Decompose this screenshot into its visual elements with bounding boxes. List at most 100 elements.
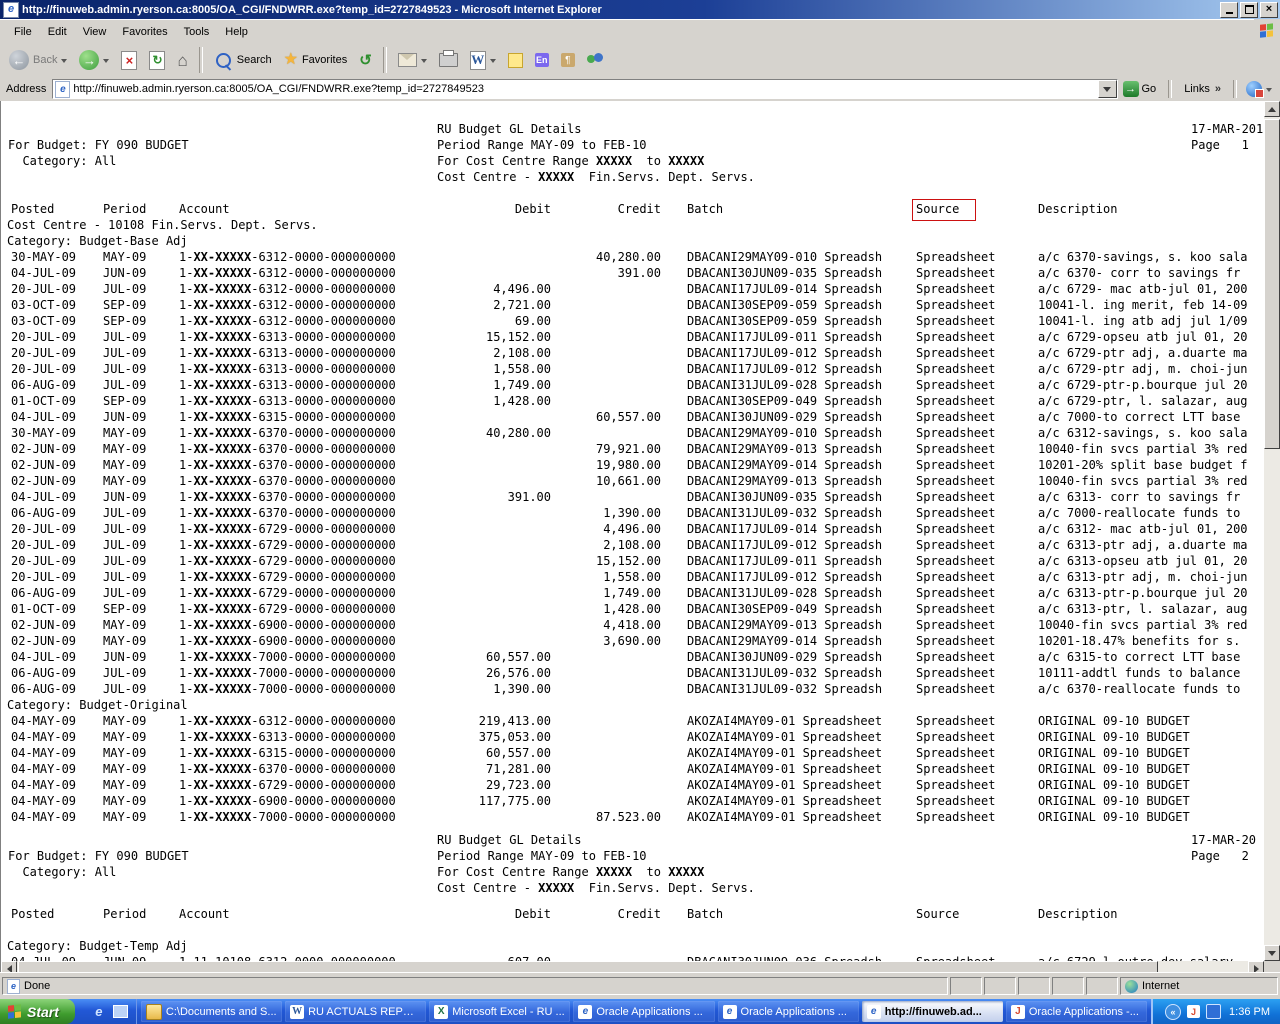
account-suffix: -6370-0000-000000000 — [251, 442, 396, 456]
history-button[interactable]: ↺ — [354, 44, 377, 76]
cell-posted: 04-MAY-09 — [11, 809, 76, 825]
cell-batch: DBACANI30JUN09-036 Spreadsh — [687, 954, 882, 961]
taskbar-button[interactable]: Oracle Applications ... — [573, 1001, 714, 1022]
taskbar-button[interactable]: Microsoft Excel - RU ... — [429, 1001, 570, 1022]
tray-chevron-icon[interactable]: « — [1165, 1004, 1181, 1020]
addon-button[interactable] — [1241, 77, 1277, 101]
taskbar-button[interactable]: Oracle Applications ... — [718, 1001, 859, 1022]
translate-icon: En — [535, 53, 549, 67]
scroll-up-button[interactable] — [1264, 101, 1280, 117]
menu-item[interactable]: Tools — [176, 23, 218, 41]
forward-button[interactable]: → — [74, 44, 114, 76]
cell-batch: AKOZAI4MAY09-01 Spreadsheet — [687, 729, 882, 745]
address-input[interactable] — [73, 83, 1097, 95]
cell-batch: AKOZAI4MAY09-01 Spreadsheet — [687, 745, 882, 761]
col-debit: Debit — [433, 201, 551, 217]
cell-period: JUL-09 — [103, 345, 146, 361]
account-prefix: 1- — [179, 602, 193, 616]
report-header-line: For Budget: FY 090 BUDGET Period Range M… — [3, 137, 1264, 153]
clock: 1:36 PM — [1229, 1006, 1270, 1018]
cell-source: Spreadsheet — [916, 649, 995, 665]
cell-posted: 02-JUN-09 — [11, 441, 76, 457]
account-prefix: 1- — [179, 490, 193, 504]
menu-item[interactable]: Help — [217, 23, 256, 41]
account-suffix: -6312-0000-000000000 — [251, 714, 396, 728]
cell-source: Spreadsheet — [916, 457, 995, 473]
taskbar-button[interactable]: C:\Documents and S... — [141, 1001, 282, 1022]
account-mask: XX-XXXXX — [193, 442, 251, 456]
report-row: 04-MAY-09 MAY-09 1-XX-XXXXX-7000-0000-00… — [3, 809, 1264, 825]
edit-with-word-button[interactable]: W — [465, 44, 501, 76]
menu-item[interactable]: View — [75, 23, 115, 41]
home-button[interactable]: ⌂ — [172, 44, 192, 76]
cell-account: 1-XX-XXXXX-6370-0000-000000000 — [179, 425, 396, 441]
cell-period: JUL-09 — [103, 585, 146, 601]
menu-item[interactable]: Favorites — [114, 23, 175, 41]
toolbar-separator — [383, 47, 387, 73]
back-dropdown-icon[interactable] — [61, 59, 67, 66]
cell-account: 1-XX-XXXXX-6312-0000-000000000 — [179, 713, 396, 729]
search-button[interactable]: Search — [209, 44, 277, 76]
taskbar-button-label: RU ACTUALS REPOR... — [308, 1006, 421, 1018]
mail-dropdown-icon[interactable] — [421, 59, 427, 66]
address-dropdown-button[interactable] — [1098, 80, 1117, 98]
cell-description: 10111-addtl funds to balance — [1038, 665, 1240, 681]
go-button[interactable]: → Go — [1118, 79, 1165, 99]
back-button[interactable]: ← Back — [4, 44, 72, 76]
display-tray-icon[interactable] — [1206, 1004, 1221, 1019]
menu-item[interactable]: File — [6, 23, 40, 41]
report-row: 06-AUG-09 JUL-09 1-XX-XXXXX-6370-0000-00… — [3, 505, 1264, 521]
forward-dropdown-icon[interactable] — [103, 59, 109, 66]
translate-button[interactable]: En — [530, 44, 554, 76]
cell-posted: 02-JUN-09 — [11, 473, 76, 489]
messenger-button[interactable] — [582, 44, 608, 76]
ie-quicklaunch-icon[interactable]: e — [91, 1004, 107, 1020]
vertical-scroll-thumb[interactable] — [1264, 119, 1280, 449]
edit-dropdown-icon[interactable] — [490, 59, 496, 66]
favorites-button[interactable]: ★ Favorites — [279, 44, 353, 76]
cell-account: 1-XX-XXXXX-6370-0000-000000000 — [179, 457, 396, 473]
discuss-button[interactable] — [503, 44, 528, 76]
addon-dropdown-icon[interactable] — [1266, 88, 1272, 95]
messenger-icon — [587, 53, 603, 67]
page-number-p2: Page 2 — [1191, 848, 1249, 864]
account-prefix: 1- — [179, 314, 193, 328]
show-desktop-icon[interactable] — [113, 1005, 128, 1018]
account-suffix: -6729-0000-000000000 — [251, 522, 396, 536]
menu-item[interactable]: Edit — [40, 23, 75, 41]
cell-debit: 15,152.00 — [433, 329, 551, 345]
account-prefix: 1- — [179, 282, 193, 296]
close-button[interactable]: × — [1260, 2, 1278, 18]
start-button[interactable]: Start — [0, 999, 75, 1024]
research-button[interactable]: ¶ — [556, 44, 580, 76]
cell-period: MAY-09 — [103, 713, 146, 729]
cell-posted: 02-JUN-09 — [11, 457, 76, 473]
cell-account: 1-XX-XXXXX-6900-0000-000000000 — [179, 633, 396, 649]
cell-posted: 06-AUG-09 — [11, 585, 76, 601]
account-mask: XX-XXXXX — [193, 522, 251, 536]
mail-button[interactable] — [393, 44, 432, 76]
taskbar-button[interactable]: http://finuweb.ad... — [862, 1001, 1003, 1022]
cell-source: Spreadsheet — [916, 505, 995, 521]
stop-button[interactable]: × — [116, 44, 142, 76]
scroll-down-button[interactable] — [1264, 945, 1280, 961]
report-row: 03-OCT-09 SEP-09 1-XX-XXXXX-6312-0000-00… — [3, 297, 1264, 313]
report-header-line: Category: All For Cost Centre Range XXXX… — [3, 153, 1264, 169]
cell-description: ORIGINAL 09-10 BUDGET — [1038, 729, 1190, 745]
vertical-scrollbar[interactable] — [1264, 101, 1280, 961]
restore-button[interactable] — [1240, 2, 1258, 18]
minimize-button[interactable] — [1220, 2, 1238, 18]
java-tray-icon[interactable]: J — [1187, 1005, 1200, 1018]
taskbar-button-icon — [867, 1005, 881, 1019]
taskbar-button[interactable]: RU ACTUALS REPOR... — [285, 1001, 426, 1022]
cell-batch: DBACANI31JUL09-032 Spreadsh — [687, 505, 882, 521]
cell-source: Spreadsheet — [916, 377, 995, 393]
print-button[interactable] — [434, 44, 463, 76]
refresh-button[interactable]: ↻ — [144, 44, 170, 76]
cell-description: a/c 7000-to correct LTT base — [1038, 409, 1240, 425]
report-row: 02-JUN-09 MAY-09 1-XX-XXXXX-6370-0000-00… — [3, 473, 1264, 489]
cell-source: Spreadsheet — [916, 665, 995, 681]
taskbar-button[interactable]: Oracle Applications -... — [1006, 1001, 1147, 1022]
links-button[interactable]: Links » — [1176, 83, 1229, 95]
report-row: 02-JUN-09 MAY-09 1-XX-XXXXX-6370-0000-00… — [3, 441, 1264, 457]
